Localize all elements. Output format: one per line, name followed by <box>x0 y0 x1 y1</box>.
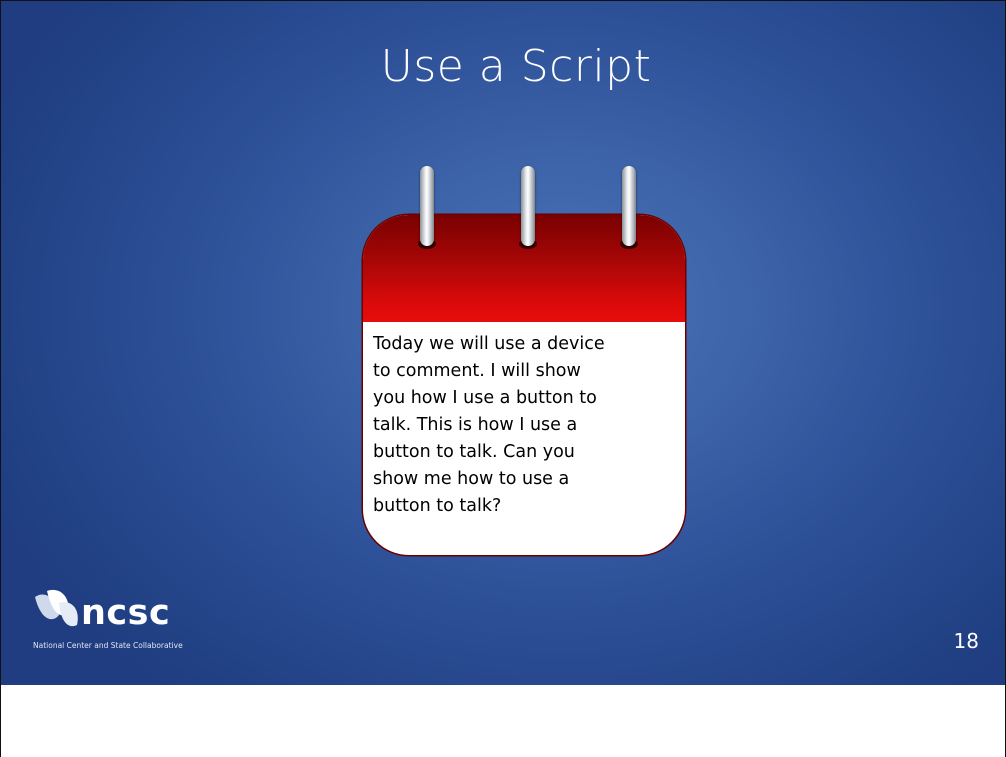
script-line: show me how to use a <box>373 469 570 489</box>
ncsc-logo: ncsc National Center and State Collabora… <box>29 587 269 667</box>
script-line: button to talk. Can you <box>373 442 575 462</box>
binder-ring-icon <box>622 166 636 246</box>
script-line: Today we will use a device <box>373 334 605 354</box>
page: Use a Script Today we will use a device … <box>0 0 1006 757</box>
leaf-logo-icon <box>35 589 78 627</box>
calendar-icon: Today we will use a device to comment. I… <box>363 215 685 555</box>
slide: Use a Script Today we will use a device … <box>1 1 1005 685</box>
script-line: talk. This is how I use a <box>373 415 578 435</box>
script-text: Today we will use a device to comment. I… <box>373 331 673 520</box>
logo-wordmark: ncsc <box>81 593 171 633</box>
frame-border <box>0 0 1006 1</box>
script-line: to comment. I will show <box>373 361 581 381</box>
logo-tagline: National Center and State Collaborative <box>33 641 183 650</box>
binder-ring-icon <box>521 166 535 246</box>
slide-title: Use a Script <box>380 41 652 92</box>
script-line: you how I use a button to <box>373 388 597 408</box>
slide-number: 18 <box>953 629 979 653</box>
frame-border <box>0 0 1 757</box>
script-line: button to talk? <box>373 496 502 516</box>
binder-ring-icon <box>420 166 434 246</box>
